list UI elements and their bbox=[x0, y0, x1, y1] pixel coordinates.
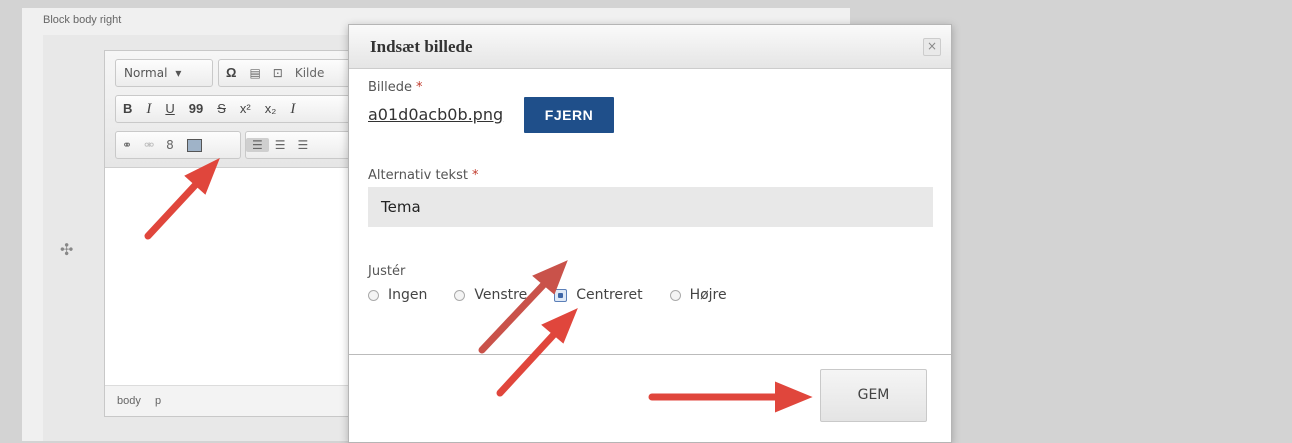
arrow-to-centered-option bbox=[496, 326, 562, 397]
arrow-to-alt-text bbox=[478, 276, 552, 354]
arrowhead-icon bbox=[775, 381, 813, 413]
arrow-to-image-button bbox=[144, 176, 204, 240]
annotation-arrows bbox=[144, 157, 813, 413]
